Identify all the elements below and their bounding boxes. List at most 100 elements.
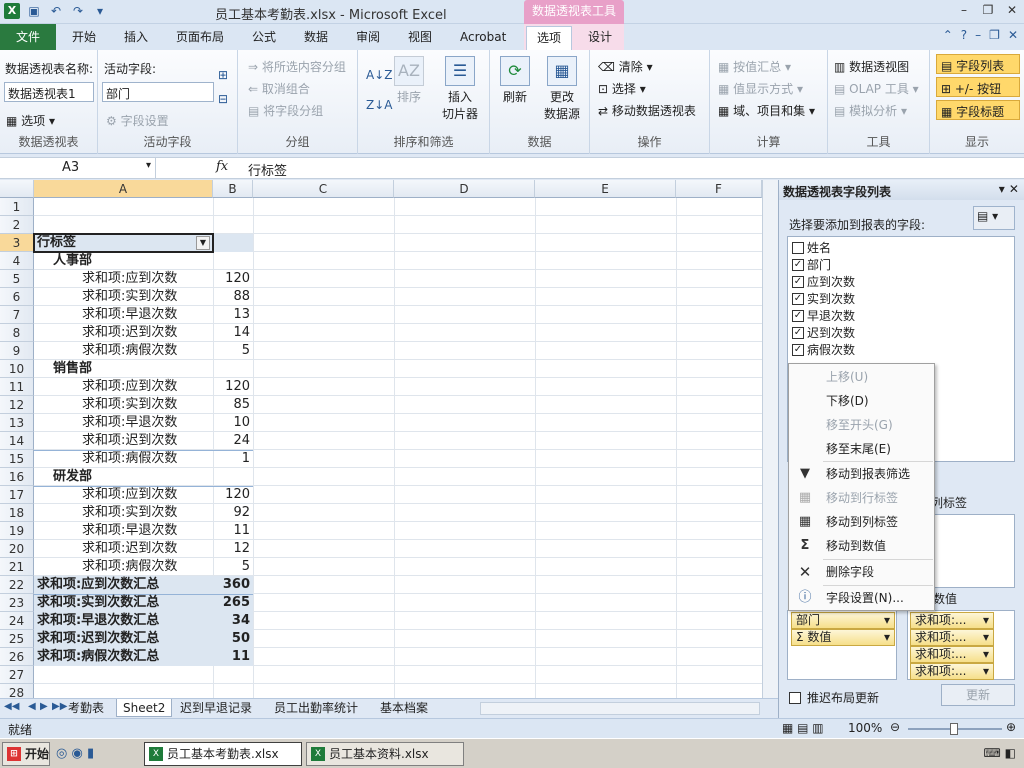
field-list-item[interactable]: ✓ 早退次数 <box>792 307 855 324</box>
update-button[interactable]: 更新 <box>941 684 1015 706</box>
tab-options[interactable]: 选项 <box>526 26 572 50</box>
measure-value-cell[interactable]: 14 <box>213 324 250 342</box>
quick-launch-icons[interactable]: ◎ ◉ ▮ <box>56 746 94 761</box>
view-buttons[interactable]: ▦ ▤ ▥ <box>782 721 824 735</box>
zoom-slider-thumb[interactable] <box>950 723 958 735</box>
fields-items-sets-button[interactable]: ▦ 域、项目和集 ▾ <box>718 102 815 119</box>
tab-design[interactable]: 设计 <box>580 26 620 50</box>
row-header[interactable]: 13 <box>0 414 34 432</box>
measure-value-cell[interactable]: 92 <box>213 504 250 522</box>
row-header[interactable]: 26 <box>0 648 34 666</box>
chevron-down-icon[interactable]: ▾ <box>983 647 989 662</box>
row-header[interactable]: 4 <box>0 252 34 270</box>
measure-label-cell[interactable]: 求和项:迟到次数 <box>82 432 177 450</box>
field-checkbox[interactable]: ✓ <box>792 258 804 271</box>
measure-value-cell[interactable]: 120 <box>213 270 250 288</box>
field-list-toggle[interactable]: ▤ 字段列表 <box>936 54 1020 74</box>
measure-label-cell[interactable]: 求和项:迟到次数 <box>82 324 177 342</box>
field-checkbox[interactable]: ✓ <box>792 309 804 322</box>
defer-update-checkbox[interactable] <box>789 691 801 704</box>
customize-qat-icon[interactable]: ▾ <box>92 3 108 19</box>
tab-data[interactable]: 数据 <box>296 26 336 50</box>
measure-label-cell[interactable]: 求和项:实到次数 <box>82 288 177 306</box>
insert-function-icon[interactable]: fx <box>216 159 228 174</box>
measure-label-cell[interactable]: 求和项:早退次数 <box>82 522 177 540</box>
tab-formulas[interactable]: 公式 <box>244 26 284 50</box>
column-header-e[interactable]: E <box>535 180 676 198</box>
tab-file[interactable]: 文件 <box>0 24 56 50</box>
measure-label-cell[interactable]: 求和项:应到次数 <box>82 270 177 288</box>
measure-value-cell[interactable]: 12 <box>213 540 250 558</box>
column-header-f[interactable]: F <box>676 180 762 198</box>
collapse-field-icon[interactable]: ⊟ <box>218 92 228 106</box>
save-icon[interactable]: ▣ <box>26 3 42 19</box>
menu-field-settings[interactable]: 字段设置(N)... <box>789 587 934 609</box>
worksheet-grid[interactable]: A B C D E F 1 2 3 4 5 6 7 8 9 10 11 12 13 14 15 16 17 18 1… <box>0 180 778 698</box>
value-field-chip[interactable]: 求和项:... ▾ <box>910 629 994 646</box>
menu-move-to-row-labels[interactable]: 移动到行标签 <box>789 487 934 509</box>
grand-total-value-cell[interactable]: 360 <box>213 576 250 594</box>
olap-tools-button[interactable]: ▤ OLAP 工具 ▾ <box>834 80 919 97</box>
row-header[interactable]: 6 <box>0 288 34 306</box>
taskbar-window-profile[interactable]: X 员工基本资料.xlsx <box>306 742 464 766</box>
select-button[interactable]: ⊡ 选择 ▾ <box>598 80 646 97</box>
measure-value-cell[interactable]: 1 <box>213 450 250 468</box>
row-header[interactable]: 1 <box>0 198 34 216</box>
options-button[interactable]: ▦ 选项 ▾ <box>6 112 55 129</box>
chevron-down-icon[interactable]: ▾ <box>983 664 989 679</box>
doc-minimize-icon[interactable]: – <box>975 28 981 42</box>
row-header[interactable]: 17 <box>0 486 34 504</box>
sheet-tab-sheet2[interactable]: Sheet2 <box>116 699 173 717</box>
expand-field-icon[interactable]: ⊞ <box>218 68 228 82</box>
clear-button[interactable]: ⌫ 清除 ▾ <box>598 58 653 75</box>
sheet-tab-attendance-rate[interactable]: 员工出勤率统计 <box>268 699 364 717</box>
sheet-tab-late-early[interactable]: 迟到早退记录 <box>174 699 258 717</box>
field-checkbox[interactable]: ✓ <box>792 326 804 339</box>
zoom-out-icon[interactable]: ⊖ <box>890 720 900 734</box>
values-area[interactable]: 求和项:... ▾ 求和项:... ▾ 求和项:... ▾ 求和项:... ▾ <box>907 610 1015 680</box>
name-box[interactable]: A3 ▾ <box>0 158 156 179</box>
field-list-item[interactable]: ✓ 应到次数 <box>792 273 855 290</box>
group-field-button[interactable]: ▤ 将字段分组 <box>248 102 323 119</box>
measure-label-cell[interactable]: 求和项:实到次数 <box>82 504 177 522</box>
row-header[interactable]: 28 <box>0 684 34 698</box>
show-values-as-button[interactable]: ▦ 值显示方式 ▾ <box>718 80 803 97</box>
measure-label-cell[interactable]: 求和项:病假次数 <box>82 558 177 576</box>
pivot-name-input[interactable]: 数据透视表1 <box>4 82 94 102</box>
measure-label-cell[interactable]: 求和项:实到次数 <box>82 396 177 414</box>
row-header[interactable]: 21 <box>0 558 34 576</box>
measure-label-cell[interactable]: 求和项:病假次数 <box>82 342 177 360</box>
undo-icon[interactable]: ↶ <box>48 3 64 19</box>
field-list-item[interactable]: ✓ 部门 <box>792 256 831 273</box>
menu-move-to-end[interactable]: 移至末尾(E) <box>789 438 934 460</box>
row-header[interactable]: 5 <box>0 270 34 288</box>
vertical-scrollbar[interactable] <box>762 180 778 698</box>
row-header[interactable]: 12 <box>0 396 34 414</box>
grand-total-label-cell[interactable]: 求和项:病假次数汇总 <box>37 648 159 666</box>
start-button[interactable]: ⊞ 开始 <box>2 742 50 766</box>
field-checkbox[interactable]: ✓ <box>792 275 804 288</box>
menu-move-to-beginning[interactable]: 移至开头(G) <box>789 414 934 436</box>
field-list-item[interactable]: ✓ 实到次数 <box>792 290 855 307</box>
row-header[interactable]: 16 <box>0 468 34 486</box>
column-header-a[interactable]: A <box>34 180 213 198</box>
column-header-d[interactable]: D <box>394 180 535 198</box>
sort-asc-icon[interactable]: A↓Z <box>366 68 392 82</box>
row-header[interactable]: 7 <box>0 306 34 324</box>
column-header-c[interactable]: C <box>253 180 394 198</box>
zoom-in-icon[interactable]: ⊕ <box>1006 720 1016 734</box>
doc-close-icon[interactable]: ✕ <box>1008 28 1018 42</box>
row-header[interactable]: 22 <box>0 576 34 594</box>
measure-label-cell[interactable]: 求和项:早退次数 <box>82 414 177 432</box>
grand-total-label-cell[interactable]: 求和项:应到次数汇总 <box>37 576 159 594</box>
grand-total-value-cell[interactable]: 34 <box>213 612 250 630</box>
tab-home[interactable]: 开始 <box>64 26 104 50</box>
sheet-tab-kaoqin[interactable]: 考勤表 <box>62 699 110 717</box>
measure-value-cell[interactable]: 88 <box>213 288 250 306</box>
grand-total-value-cell[interactable]: 50 <box>213 630 250 648</box>
measure-value-cell[interactable]: 10 <box>213 414 250 432</box>
dept-hr-cell[interactable]: 人事部 <box>53 252 92 270</box>
measure-value-cell[interactable]: 85 <box>213 396 250 414</box>
field-checkbox[interactable]: ✓ <box>792 343 804 356</box>
help-icon[interactable]: ? <box>961 28 967 42</box>
